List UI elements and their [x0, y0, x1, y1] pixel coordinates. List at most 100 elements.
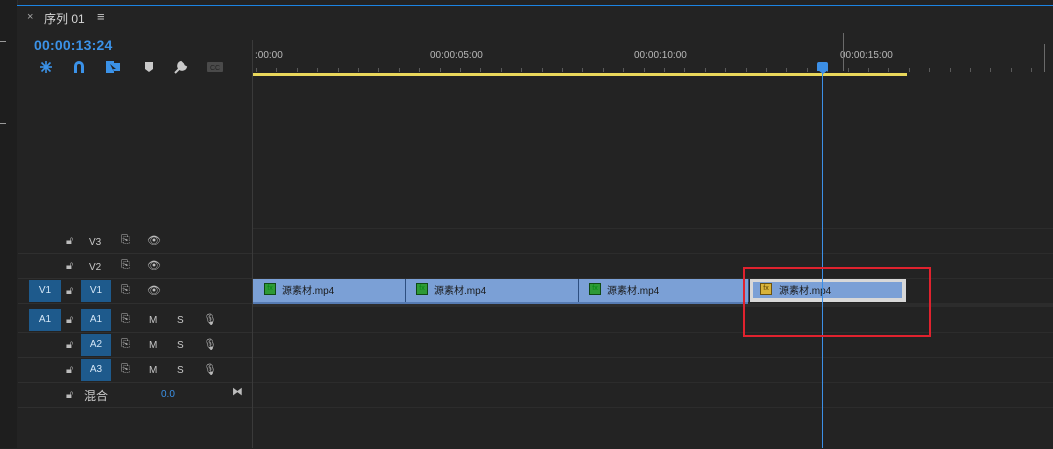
ruler-major-tick — [1044, 44, 1045, 72]
track-divider — [253, 357, 1053, 358]
clip-name: 源素材.mp4 — [282, 286, 335, 297]
sync-lock-icon[interactable]: ⎘ — [121, 259, 130, 272]
left-panel-edge — [0, 0, 18, 448]
sync-lock-icon[interactable]: ⎘ — [121, 284, 130, 297]
fx-badge-icon: fx — [589, 283, 601, 295]
track-name-v2[interactable]: V2 — [89, 262, 101, 273]
ruler-tick — [501, 68, 502, 72]
track-target-a3[interactable]: A3 — [81, 359, 111, 381]
solo-button[interactable]: S — [177, 365, 184, 376]
clip-name: 源素材.mp4 — [607, 286, 660, 297]
sync-lock-icon[interactable]: ⎘ — [121, 363, 130, 376]
ruler-tick — [725, 68, 726, 72]
ruler-time-label: :00:00 — [255, 50, 283, 61]
ruler-tick — [950, 68, 951, 72]
track-divider — [253, 382, 1053, 383]
magnet-icon[interactable] — [70, 59, 88, 75]
ruler-major-tick — [843, 33, 844, 71]
ruler-tick — [786, 68, 787, 72]
panel-menu-icon[interactable]: ≡ — [97, 9, 105, 24]
playhead-tip — [818, 70, 828, 74]
ruler-tick — [256, 68, 257, 72]
track-target-a2[interactable]: A2 — [81, 334, 111, 356]
source-patch-a1[interactable]: A1 — [29, 309, 61, 331]
track-divider — [253, 228, 1053, 229]
ruler-tick — [276, 68, 277, 72]
svg-text:CC: CC — [210, 65, 220, 72]
ruler-tick — [317, 68, 318, 72]
sync-lock-icon[interactable]: ⎘ — [121, 338, 130, 351]
timeline-clip[interactable] — [579, 279, 749, 302]
lock-icon[interactable]: 🔓︎ — [66, 389, 73, 402]
eye-icon[interactable]: 👁︎ — [147, 259, 161, 272]
sync-lock-icon[interactable]: ⎘ — [121, 313, 130, 326]
lock-icon[interactable]: 🔓︎ — [66, 314, 73, 327]
source-patch-v1[interactable]: V1 — [29, 280, 61, 302]
snap-icon[interactable] — [37, 59, 55, 75]
ruler-time-label: 00:00:10:00 — [634, 50, 687, 61]
clip-underline — [253, 302, 748, 304]
mute-button[interactable]: M — [149, 365, 157, 376]
ruler-tick — [419, 68, 420, 72]
ruler-tick — [766, 68, 767, 72]
captions-icon[interactable]: CC — [206, 59, 224, 75]
ruler-tick — [868, 68, 869, 72]
ruler-tick — [684, 68, 685, 72]
ruler-tick — [399, 68, 400, 72]
header-divider — [252, 40, 253, 448]
playhead-timecode[interactable]: 00:00:13:24 — [34, 37, 112, 53]
ruler-tick — [644, 68, 645, 72]
edge-mark — [0, 41, 6, 42]
ruler-tick — [705, 68, 706, 72]
lock-icon[interactable]: 🔓︎ — [66, 235, 73, 248]
lock-icon[interactable]: 🔓︎ — [66, 339, 73, 352]
ruler-tick — [440, 68, 441, 72]
microphone-icon[interactable]: 🎙︎ — [203, 363, 217, 376]
mix-label: 混合 — [84, 389, 109, 403]
ruler-tick — [603, 68, 604, 72]
lock-icon[interactable]: 🔓︎ — [66, 364, 73, 377]
ruler-tick — [297, 68, 298, 72]
track-target-a1[interactable]: A1 — [81, 309, 111, 331]
ruler-tick — [378, 68, 379, 72]
ruler-tick — [480, 68, 481, 72]
microphone-icon[interactable]: 🎙︎ — [203, 313, 217, 326]
lock-icon[interactable]: 🔓︎ — [66, 260, 73, 273]
work-area-bar[interactable] — [253, 73, 907, 76]
sequence-tab-title[interactable]: 序列 01 — [44, 10, 85, 27]
ruler-tick — [582, 68, 583, 72]
ruler-tick — [664, 68, 665, 72]
ruler-tick — [338, 68, 339, 72]
go-to-end-icon[interactable]: ⧓ — [232, 385, 243, 398]
ruler-tick — [562, 68, 563, 72]
mix-volume-value[interactable]: 0.0 — [161, 389, 175, 400]
solo-button[interactable]: S — [177, 315, 184, 326]
eye-icon[interactable]: 👁︎ — [147, 234, 161, 247]
track-name-v3[interactable]: V3 — [89, 237, 101, 248]
track-header-mix — [18, 383, 252, 408]
ruler-tick — [746, 68, 747, 72]
mute-button[interactable]: M — [149, 340, 157, 351]
ruler-tick — [623, 68, 624, 72]
playhead-line[interactable] — [822, 66, 823, 448]
ruler-time-label: 00:00:05:00 — [430, 50, 483, 61]
track-divider — [253, 332, 1053, 333]
close-tab-icon[interactable]: × — [27, 11, 33, 23]
lock-icon[interactable]: 🔓︎ — [66, 285, 73, 298]
clip-name: 源素材.mp4 — [434, 286, 487, 297]
marker-icon[interactable] — [140, 59, 158, 75]
microphone-icon[interactable]: 🎙︎ — [203, 338, 217, 351]
solo-button[interactable]: S — [177, 340, 184, 351]
timeline-clip[interactable] — [406, 279, 579, 302]
eye-icon[interactable]: 👁︎ — [147, 284, 161, 297]
mute-button[interactable]: M — [149, 315, 157, 326]
ruler-tick — [1031, 68, 1032, 72]
linked-selection-icon[interactable] — [104, 59, 122, 75]
track-target-v1[interactable]: V1 — [81, 280, 111, 302]
ruler-tick — [358, 68, 359, 72]
sync-lock-icon[interactable]: ⎘ — [121, 234, 130, 247]
ruler-tick — [521, 68, 522, 72]
track-header-v2 — [18, 254, 252, 279]
fx-badge-icon: fx — [264, 283, 276, 295]
wrench-icon[interactable] — [172, 59, 190, 75]
